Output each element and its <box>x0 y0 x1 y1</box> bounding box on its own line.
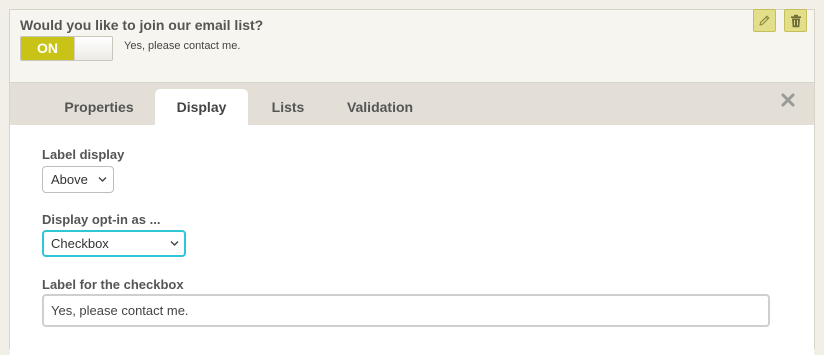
display-optin-label: Display opt-in as ... <box>42 212 161 227</box>
display-optin-select[interactable]: Checkbox <box>42 230 186 257</box>
settings-tabbar: Properties Display Lists Validation <box>10 82 814 126</box>
chevron-down-icon <box>98 177 107 182</box>
optin-toggle[interactable]: ON <box>20 36 113 61</box>
checkbox-label-label: Label for the checkbox <box>42 277 184 292</box>
label-display-label: Label display <box>42 147 125 162</box>
tab-validation[interactable]: Validation <box>340 89 420 126</box>
label-display-value: Above <box>51 172 88 187</box>
checkbox-label-input[interactable]: Yes, please contact me. <box>42 294 770 327</box>
trash-icon <box>790 14 801 27</box>
display-settings-panel: Label display Above Display opt-in as ..… <box>10 125 814 355</box>
label-display-select[interactable]: Above <box>42 166 114 193</box>
edit-button[interactable] <box>753 9 776 32</box>
toggle-on-label: ON <box>21 37 74 60</box>
chevron-down-icon <box>170 241 179 246</box>
tab-display[interactable]: Display <box>155 89 248 126</box>
optin-field-card: Would you like to join our email list? O… <box>9 9 815 355</box>
tab-properties[interactable]: Properties <box>54 89 144 126</box>
close-x-icon[interactable] <box>780 92 796 108</box>
display-optin-value: Checkbox <box>51 236 109 251</box>
pencil-icon <box>759 15 770 26</box>
toggle-knob <box>74 37 112 60</box>
tab-lists[interactable]: Lists <box>260 89 316 126</box>
delete-button[interactable] <box>784 9 807 32</box>
toggle-description: Yes, please contact me. <box>124 40 241 52</box>
field-question: Would you like to join our email list? <box>20 17 264 33</box>
